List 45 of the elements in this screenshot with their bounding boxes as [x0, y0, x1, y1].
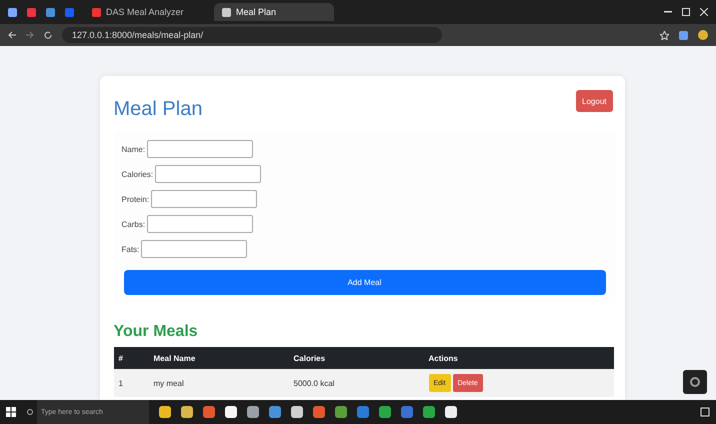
pinned-tab-icon[interactable]: [46, 8, 55, 16]
input-field[interactable]: [141, 240, 248, 258]
add-meal-button[interactable]: Add Meal: [124, 270, 606, 295]
column-header: #: [118, 354, 124, 362]
page-title: Meal Plan: [114, 98, 202, 121]
input-field[interactable]: [155, 165, 262, 183]
pinned-tab-icon[interactable]: [27, 8, 36, 16]
field-label: Protein:: [122, 194, 150, 204]
table-cell-text: 1: [118, 378, 124, 388]
taskbar-app-icon[interactable]: [247, 406, 259, 418]
browser-tab[interactable]: DAS Meal Analyzer: [84, 3, 204, 21]
notification-icon[interactable]: [700, 407, 710, 417]
logout-button[interactable]: Logout: [576, 90, 612, 112]
field-label: Calories:: [122, 170, 154, 178]
field-label: Name:: [122, 144, 146, 154]
maximize-icon[interactable]: [682, 8, 690, 16]
start-icon[interactable]: [6, 407, 16, 417]
reload-icon[interactable]: [44, 31, 52, 39]
browser-tab[interactable]: Meal Plan: [214, 3, 334, 21]
column-header: Actions: [428, 354, 459, 362]
field-label: Carbs:: [122, 220, 146, 228]
pinned-tab-icon[interactable]: [65, 8, 74, 16]
taskbar-app-icon[interactable]: [159, 406, 171, 418]
column-header: Calories: [294, 354, 326, 362]
taskbar-app-icon[interactable]: [225, 406, 237, 418]
input-field[interactable]: [147, 140, 254, 158]
back-icon[interactable]: [8, 31, 16, 39]
floating-button[interactable]: [683, 370, 707, 394]
minimize-icon[interactable]: [664, 11, 672, 13]
taskbar-app-icon[interactable]: [291, 406, 303, 418]
search-icon: [26, 408, 33, 416]
star-icon[interactable]: [660, 30, 669, 40]
address-bar[interactable]: 127.0.0.1:8000/meals/meal-plan/: [62, 27, 442, 43]
input-field[interactable]: [151, 190, 258, 208]
input-field[interactable]: [147, 215, 254, 233]
column-header: Meal Name: [154, 354, 196, 362]
table-cell-text: 5000.0 kcal: [294, 378, 336, 388]
taskbar-app-icon[interactable]: [181, 406, 193, 418]
pinned-tab-icon[interactable]: [8, 8, 17, 16]
section-title: Your Meals: [114, 323, 199, 341]
table-cell-text: my meal: [154, 378, 185, 388]
close-icon[interactable]: [700, 8, 708, 16]
field-label: Fats:: [122, 244, 140, 254]
forward-icon[interactable]: [26, 31, 34, 39]
taskbar-app-icon[interactable]: [445, 406, 457, 418]
